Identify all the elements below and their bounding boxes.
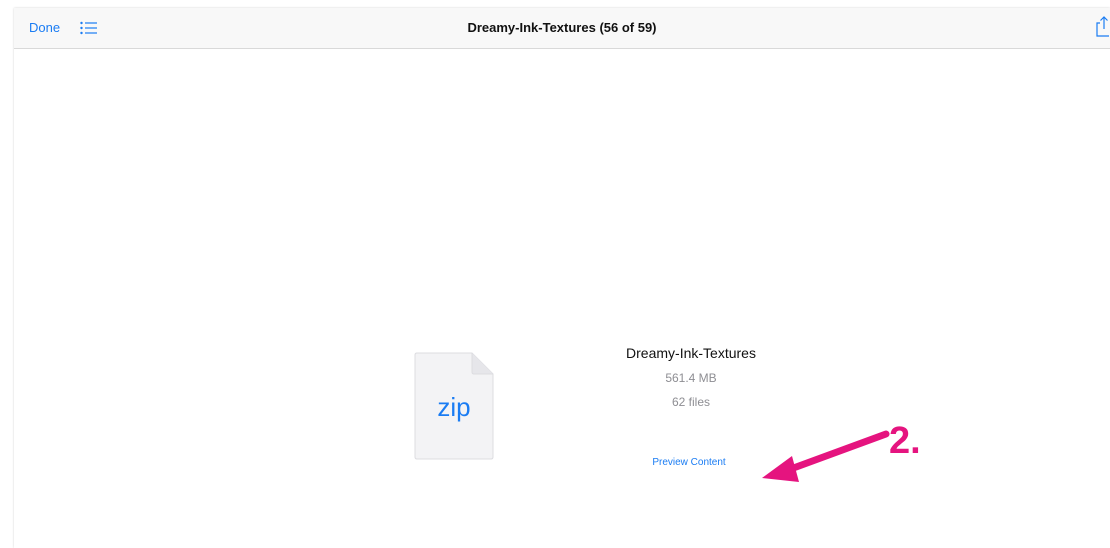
page-title: Dreamy-Ink-Textures (56 of 59) [467,20,657,35]
zip-icon-label: zip [437,392,471,422]
preview-content-button[interactable]: Preview Content [614,457,764,468]
annotation-arrow-icon [762,430,890,482]
navigation-bar: Done Dreamy-Ink-Textures (56 of 59) [14,8,1110,49]
file-name: Dreamy-Ink-Textures [626,345,756,361]
preview-screen: Done Dreamy-Ink-Textures (56 of 59) zip … [14,8,1110,548]
zip-file-icon: zip [414,352,494,460]
file-size: 561.4 MB [665,371,717,385]
annotation-step-label: 2. [889,420,921,462]
share-icon[interactable] [1096,15,1110,37]
file-count: 62 files [671,395,711,409]
